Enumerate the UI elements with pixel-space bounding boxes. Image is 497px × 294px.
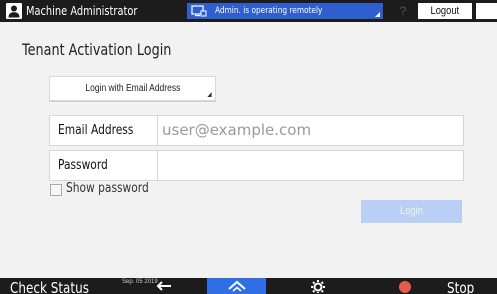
page-title: Tenant Activation Login (22, 40, 172, 59)
login-button[interactable]: Login (361, 200, 462, 223)
field-divider (157, 116, 158, 145)
back-icon[interactable] (155, 279, 175, 294)
login-method-label: Login with Email Address (85, 83, 180, 94)
bottom-bar: Check Status Sep. 05 2019 Stop (0, 278, 497, 294)
logout-button[interactable]: Logout (418, 3, 472, 19)
field-divider (157, 151, 158, 180)
user-name: Machine Administrator (26, 4, 138, 18)
remote-monitor-icon (191, 5, 207, 22)
logout-label: Logout (430, 5, 460, 17)
expand-corner-icon (375, 12, 380, 17)
user-icon (6, 3, 22, 19)
check-status-button[interactable]: Check Status (10, 278, 89, 294)
login-method-button[interactable]: Login with Email Address (49, 76, 216, 101)
top-bar: Machine Administrator Admin. is operatin… (0, 0, 497, 22)
energy-saver-button[interactable] (476, 3, 497, 19)
login-label: Login (400, 205, 423, 217)
stop-label[interactable]: Stop (447, 278, 474, 294)
stop-icon[interactable] (399, 281, 411, 293)
home-icon (227, 279, 247, 294)
checkbox-box (50, 184, 62, 196)
home-button[interactable] (207, 278, 266, 294)
date-time: Sep. 05 2019 (122, 279, 158, 285)
help-button[interactable]: ? (393, 3, 413, 19)
settings-icon[interactable] (310, 279, 326, 294)
dropdown-corner-icon (207, 92, 212, 97)
password-row: Password (49, 150, 464, 181)
email-field[interactable] (160, 117, 460, 143)
password-label: Password (58, 158, 108, 173)
email-label: Email Address (58, 123, 134, 138)
remote-status-banner[interactable]: Admin. is operating remotely (187, 3, 383, 19)
remote-status-text: Admin. is operating remotely (215, 6, 323, 16)
moon-icon (476, 5, 497, 23)
password-field[interactable] (160, 152, 460, 178)
email-row: Email Address (49, 115, 464, 146)
show-password-label: Show password (66, 181, 149, 196)
